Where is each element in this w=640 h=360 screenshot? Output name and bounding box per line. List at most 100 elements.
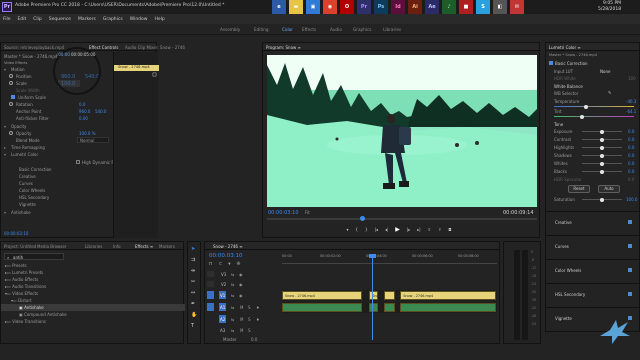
tree-presets[interactable]: ▸▭ Presets xyxy=(5,263,27,268)
menu-window[interactable]: Window xyxy=(130,17,148,22)
go-to-in-icon[interactable]: |◂ xyxy=(375,227,378,232)
solo-s-icon[interactable]: S xyxy=(248,305,251,310)
expand-lumetri-icon[interactable]: ▾ xyxy=(4,152,6,157)
anchor-y-value[interactable]: 540.0 xyxy=(95,109,106,114)
mute-m-icon[interactable]: M xyxy=(240,328,243,333)
section-color-wheels[interactable]: Color Wheels xyxy=(546,259,639,283)
sync-lock-icon[interactable]: ⇆ xyxy=(231,328,234,333)
menu-sequence[interactable]: Sequence xyxy=(49,17,71,22)
workspace-assembly[interactable]: Assembly xyxy=(220,27,240,32)
blacks-knob[interactable] xyxy=(600,169,604,174)
opacity-value[interactable]: 100.0 % xyxy=(79,131,96,136)
menu-graphics[interactable]: Graphics xyxy=(103,17,123,22)
shadows-knob[interactable] xyxy=(600,153,604,158)
section-curves[interactable]: Curves xyxy=(546,235,639,259)
reset-icon[interactable] xyxy=(152,72,157,77)
source-patch-a1[interactable] xyxy=(207,303,214,311)
indesign-icon[interactable]: Id xyxy=(391,0,405,14)
temperature-slider[interactable] xyxy=(554,104,634,109)
saturation-slider[interactable] xyxy=(582,197,622,202)
anchor-x-value[interactable]: 960.0 xyxy=(79,109,90,114)
menu-help[interactable]: Help xyxy=(154,17,164,22)
source-patch-v1[interactable] xyxy=(207,291,214,299)
audio-clip[interactable] xyxy=(282,303,362,312)
program-timecode[interactable]: 00:00:03:10 xyxy=(268,210,299,216)
contrast-knob[interactable] xyxy=(600,137,604,142)
section-creative-toggle[interactable] xyxy=(628,220,632,224)
solo-s-icon[interactable]: S xyxy=(248,317,251,322)
go-to-out-icon[interactable]: ▸| xyxy=(417,227,420,232)
step-forward-icon[interactable]: |▸ xyxy=(407,227,410,232)
rotation-stopwatch-icon[interactable] xyxy=(9,102,13,106)
input-lut-value[interactable]: None xyxy=(600,69,610,74)
section-hsl-secondary[interactable]: HSL Secondary xyxy=(546,283,639,307)
lumetri-master-label[interactable]: Master * Snow - 2746.mp4 xyxy=(549,53,597,57)
solo-s-icon[interactable]: S xyxy=(248,328,251,333)
program-scrubber[interactable] xyxy=(267,216,537,221)
expand-time-remap-icon[interactable]: ▸ xyxy=(4,145,6,150)
tint-slider[interactable] xyxy=(554,114,634,119)
linked-selection-icon[interactable]: ⊂ xyxy=(219,262,223,267)
tree-video-effects[interactable]: ▾▭ Video Effects xyxy=(5,291,38,296)
track-lock-icon[interactable] xyxy=(207,281,214,287)
program-video-frame[interactable] xyxy=(267,55,537,207)
timeline-timecode[interactable]: 00:00:03:10 xyxy=(209,253,243,259)
workspace-effects[interactable]: Effects xyxy=(302,27,316,32)
tab-program[interactable]: Program: Snow ≡ xyxy=(266,45,301,50)
tab-sequence[interactable]: Snow - 2746 ≡ xyxy=(213,244,243,249)
tree-video-transitions[interactable]: ▸▭ Video Transitions xyxy=(5,319,46,324)
sync-lock-icon[interactable]: ⇆ xyxy=(231,305,234,310)
anti-flicker-value[interactable]: 0.00 xyxy=(79,116,88,121)
rotation-value[interactable]: 0.0 xyxy=(79,102,85,107)
uniform-scale-checkbox[interactable] xyxy=(11,95,15,99)
opera-icon[interactable]: O xyxy=(340,0,354,14)
clip-label[interactable]: Master * Snow - 2746.mp4 xyxy=(4,54,57,59)
section-curves-toggle[interactable] xyxy=(628,244,632,248)
extract-icon[interactable]: ⇪ xyxy=(438,227,441,232)
basic-correction-label[interactable]: Basic Correction xyxy=(19,167,52,172)
reset-button[interactable]: Reset xyxy=(568,185,590,193)
saturation-knob[interactable] xyxy=(600,197,604,202)
tab-libraries[interactable]: Libraries xyxy=(85,244,102,249)
premiere-task-icon[interactable]: Pr xyxy=(357,0,371,14)
eye-icon[interactable]: ◉ xyxy=(239,282,243,287)
ie-icon[interactable]: e xyxy=(272,0,286,14)
workspace-graphics[interactable]: Graphics xyxy=(353,27,372,32)
tree-lumetri-presets[interactable]: ▸▭ Lumetri Presets xyxy=(5,270,43,275)
whites-value[interactable]: 0.0 xyxy=(628,161,634,166)
highlights-knob[interactable] xyxy=(600,145,604,150)
menu-clip[interactable]: Clip xyxy=(33,17,42,22)
app5-icon[interactable]: ✉ xyxy=(510,0,524,14)
hdr-white-value[interactable]: 100 xyxy=(628,76,636,81)
audio-clip[interactable] xyxy=(369,303,378,312)
saturation-value[interactable]: 100.0 xyxy=(626,197,637,202)
workspace-libraries[interactable]: Libraries xyxy=(383,27,401,32)
app2-icon[interactable]: ■ xyxy=(459,0,473,14)
exposure-slider[interactable] xyxy=(582,129,622,134)
hsl-secondary-label[interactable]: HSL Secondary xyxy=(19,195,49,200)
track-lock-icon[interactable] xyxy=(207,271,214,277)
tree-antishake-row[interactable]: ▣ Antishake xyxy=(1,304,185,311)
mark-out-icon[interactable]: } xyxy=(365,227,368,232)
ec-clip-bar[interactable]: Snow - 2746.mp4 xyxy=(114,65,159,71)
eye-icon[interactable]: ◉ xyxy=(239,272,243,277)
exposure-knob[interactable] xyxy=(600,129,604,134)
menu-file[interactable]: File xyxy=(3,17,11,22)
basic-correction-heading[interactable]: Basic Correction xyxy=(555,61,588,66)
video-clip[interactable]: Snow - 2746.mp4 xyxy=(400,291,496,300)
highlights-value[interactable]: 0.0 xyxy=(628,145,634,150)
program-fit-select[interactable]: Fit xyxy=(305,210,310,215)
slip-tool-icon[interactable]: ↔ xyxy=(191,290,197,296)
app4-icon[interactable]: ◧ xyxy=(493,0,507,14)
auto-button[interactable]: Auto xyxy=(598,185,620,193)
basic-correction-enable[interactable] xyxy=(549,61,553,65)
blend-mode-select[interactable]: Normal xyxy=(77,137,109,143)
temperature-value[interactable]: -46.3 xyxy=(626,99,636,104)
color-wheels-label[interactable]: Color Wheels xyxy=(19,188,45,193)
blacks-value[interactable]: 0.0 xyxy=(628,169,634,174)
track-area[interactable]: Snow - 2746.mp4Snow - 2746.mp4Snow - 274… xyxy=(282,254,497,342)
curves-label[interactable]: Curves xyxy=(19,181,33,186)
video-clip[interactable] xyxy=(384,291,395,300)
mark-in-icon[interactable]: { xyxy=(355,227,358,232)
snap-icon[interactable]: ⊓ xyxy=(209,262,213,267)
